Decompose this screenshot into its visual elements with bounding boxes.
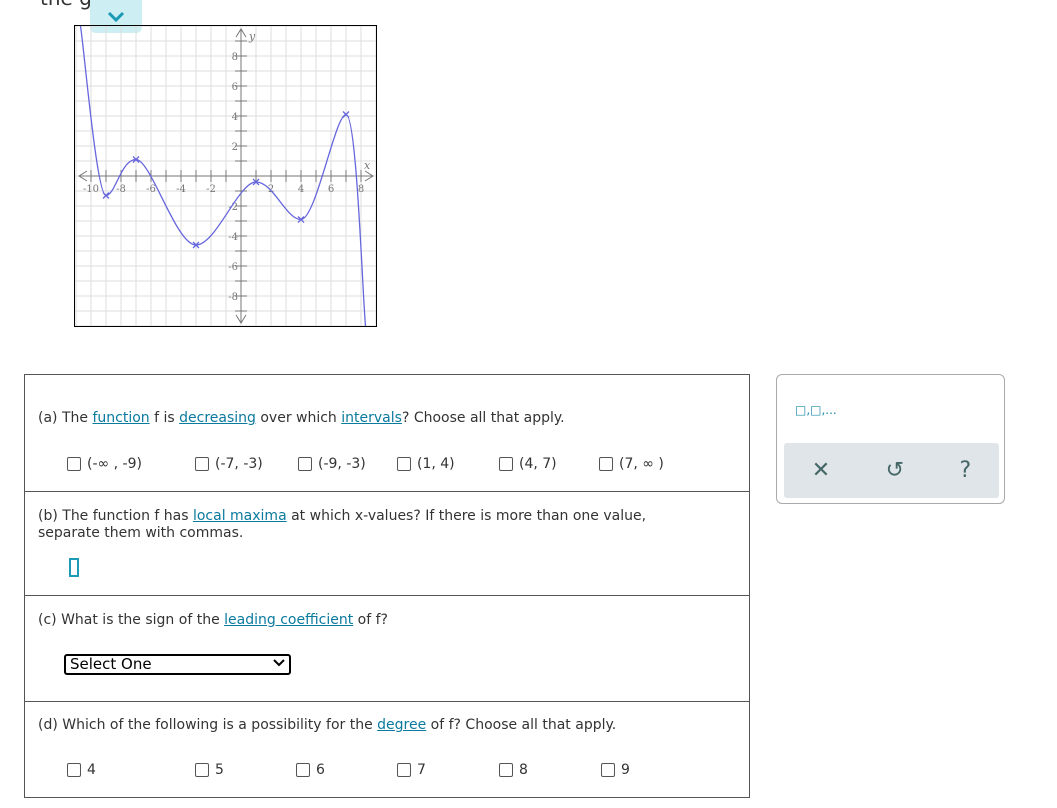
checkbox[interactable] [67,763,81,777]
option-label: 8 [519,762,528,778]
checkbox[interactable] [195,457,209,471]
part-b-question: (b) The function f has local maxima at w… [38,508,709,542]
degree-option[interactable]: 4 [67,762,96,778]
text: (b) The function f has [38,508,193,524]
checkbox[interactable] [298,457,312,471]
text: (a) The [38,410,93,426]
option-label: (-∞ , -9) [87,456,142,472]
function-link[interactable]: function [92,410,149,426]
checkbox[interactable] [599,457,613,471]
text: ? Choose all that apply. [401,410,565,426]
part-a: (a) The function f is decreasing over wh… [25,375,749,492]
option-label: (4, 7) [519,456,557,472]
y-tick-label: 8 [232,52,238,63]
intervals-link[interactable]: intervals [341,410,402,426]
part-c-question: (c) What is the sign of the leading coef… [38,612,709,629]
option-label: 4 [87,762,96,778]
degree-option[interactable]: 8 [499,762,528,778]
checkbox[interactable] [195,763,209,777]
y-tick-label: -4 [228,232,238,243]
leading-coefficient-link[interactable]: leading coefficient [224,612,353,628]
interval-option[interactable]: (-9, -3) [298,456,366,472]
local-maxima-answer-input[interactable] [69,558,79,577]
degree-link[interactable]: degree [377,717,426,733]
y-tick-label: -8 [228,292,238,303]
checkbox[interactable] [499,457,513,471]
x-tick-label: 8 [358,184,364,195]
part-b: (b) The function f has local maxima at w… [25,492,749,596]
text: over which [255,410,342,426]
checkbox[interactable] [499,763,513,777]
x-tick-label: -6 [146,184,156,195]
degree-option[interactable]: 5 [195,762,224,778]
option-label: (7, ∞ ) [619,456,664,472]
x-tick-label: 4 [298,184,304,195]
clear-icon[interactable]: ✕ [812,458,830,483]
x-tick-label: -4 [176,184,186,195]
x-tick-label: -8 [116,184,126,195]
help-icon[interactable]: ? [960,458,972,483]
part-c: (c) What is the sign of the leading coef… [25,596,749,702]
text: of f? [353,612,388,628]
text: f is [149,410,180,426]
x-tick-label: -2 [206,184,216,195]
interval-option[interactable]: (-7, -3) [195,456,263,472]
chevron-down-icon [107,11,125,22]
graph-svg: -10 -8 -6 -4 -2 2 4 6 88642-2-4-6-8xy [75,25,377,327]
part-a-question: (a) The function f is decreasing over wh… [38,410,709,427]
option-label: 7 [417,762,426,778]
y-axis-label: y [248,30,256,43]
x-tick-label: -10 [83,184,99,195]
checkbox[interactable] [397,457,411,471]
function-graph: -10 -8 -6 -4 -2 2 4 6 8 8 6 4 2 -2 -4 -6 -8 x y [74,25,377,327]
checkbox[interactable] [397,763,411,777]
interval-option[interactable]: (-∞ , -9) [67,456,142,472]
option-label: (1, 4) [417,456,455,472]
local-maxima-link[interactable]: local maxima [193,508,287,524]
part-d-question: (d) Which of the following is a possibil… [38,717,709,734]
checkbox[interactable] [601,763,615,777]
decreasing-link[interactable]: decreasing [179,410,256,426]
option-label: (-7, -3) [215,456,263,472]
y-tick-label: 6 [232,82,238,93]
text: (c) What is the sign of the [38,612,225,628]
option-label: (-9, -3) [318,456,366,472]
y-tick-label: 2 [232,142,238,153]
text: of f? Choose all that apply. [426,717,617,733]
list-template-button[interactable]: □,□,... [795,403,837,417]
degree-option[interactable]: 7 [397,762,426,778]
x-tick-label: 6 [328,184,334,195]
tool-bar: ✕ ↺ ? [784,443,999,498]
interval-option[interactable]: (7, ∞ ) [599,456,664,472]
x-axis-label: x [364,159,371,172]
option-label: 5 [215,762,224,778]
undo-icon[interactable]: ↺ [886,458,904,483]
y-tick-label: 4 [232,112,238,123]
checkbox[interactable] [296,763,310,777]
question-panel: (a) The function f is decreasing over wh… [24,374,750,798]
option-label: 9 [621,762,630,778]
option-label: 6 [316,762,325,778]
text: (d) Which of the following is a possibil… [38,717,378,733]
chevron-down-icon [273,656,285,674]
interval-option[interactable]: (1, 4) [397,456,455,472]
sign-select[interactable]: Select One [64,654,291,675]
degree-option[interactable]: 9 [601,762,630,778]
select-value: Select One [70,655,152,673]
interval-option[interactable]: (4, 7) [499,456,557,472]
answer-tools-panel: □,□,... ✕ ↺ ? [776,374,1005,504]
degree-option[interactable]: 6 [296,762,325,778]
y-tick-label: -6 [228,262,238,273]
checkbox[interactable] [67,457,81,471]
